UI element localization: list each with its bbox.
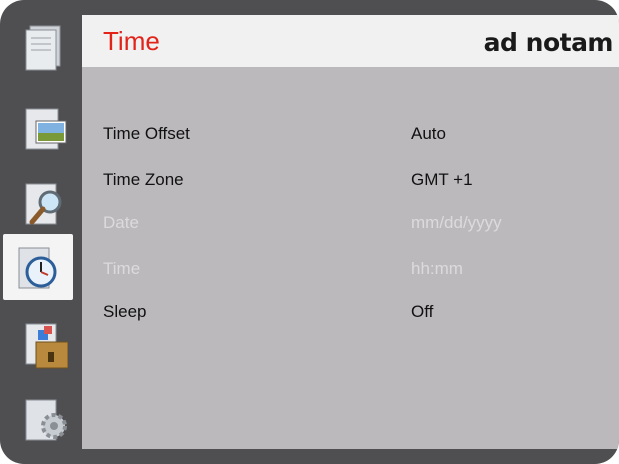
sidebar-item-pictures[interactable] [12, 93, 74, 159]
setting-row-sleep[interactable]: Sleep Off [103, 302, 603, 326]
setting-row-time-zone[interactable]: Time Zone GMT +1 [103, 170, 603, 194]
settings-panel: Time ad notam Time Offset Auto Time Zone… [82, 15, 619, 449]
setting-row-time-offset[interactable]: Time Offset Auto [103, 124, 603, 148]
setting-label: Sleep [103, 302, 147, 321]
sidebar-item-settings[interactable] [12, 386, 74, 452]
setting-value: Auto [411, 124, 446, 143]
setting-row-time: Time hh:mm [103, 259, 603, 283]
sidebar-item-time[interactable] [3, 234, 73, 300]
setting-value: hh:mm [411, 259, 463, 278]
magnifier-icon [25, 183, 62, 225]
setting-label: Time [103, 259, 141, 278]
sidebar-item-search[interactable] [12, 170, 74, 236]
documents-icon [25, 25, 61, 71]
sidebar-item-documents[interactable] [12, 12, 74, 78]
gear-icon [25, 399, 67, 441]
setting-row-date: Date mm/dd/yyyy [103, 213, 603, 237]
picture-icon [25, 108, 67, 150]
clock-icon [18, 247, 57, 289]
package-icon [25, 323, 68, 369]
sidebar-item-packages[interactable] [12, 312, 74, 378]
brand-logo: ad notam [483, 28, 614, 57]
setting-value: Off [411, 302, 434, 321]
setting-value: mm/dd/yyyy [411, 213, 502, 232]
setting-label: Time Zone [103, 170, 184, 189]
setting-label: Date [103, 213, 139, 232]
setting-value: GMT +1 [411, 170, 473, 189]
panel-header: Time ad notam [82, 15, 619, 67]
setting-label: Time Offset [103, 124, 190, 143]
tv-menu-frame: Time ad notam Time Offset Auto Time Zone… [0, 0, 619, 464]
sidebar [0, 0, 76, 464]
page-title: Time [103, 26, 160, 56]
